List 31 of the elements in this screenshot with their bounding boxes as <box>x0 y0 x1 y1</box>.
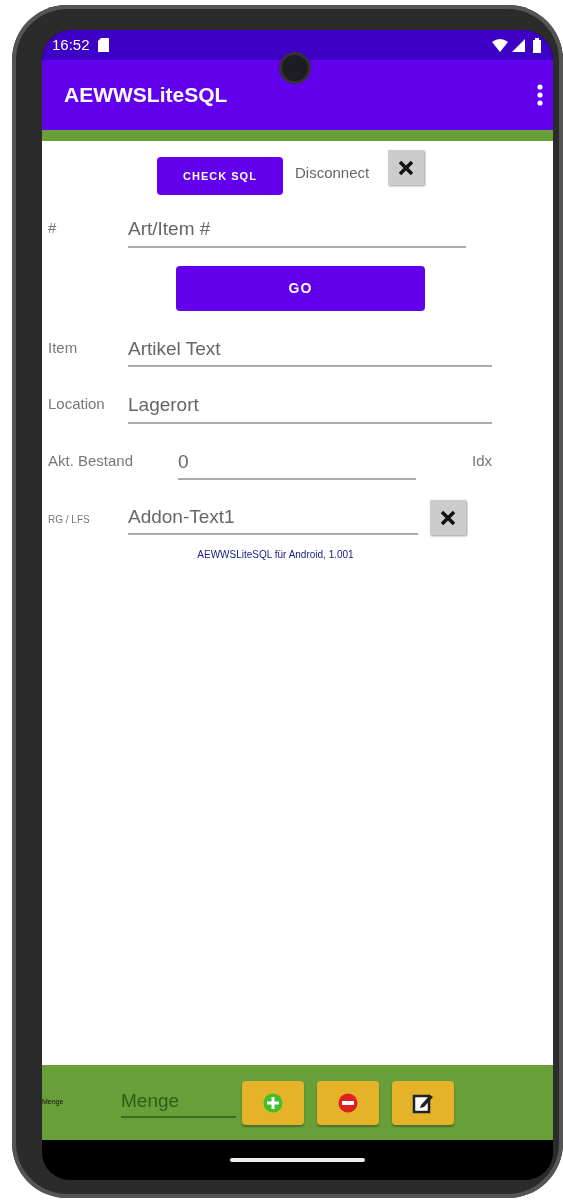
field-label: Item <box>48 337 79 358</box>
wifi-icon <box>492 38 508 52</box>
plus-icon <box>263 1092 283 1113</box>
input-field[interactable]: 0 <box>178 445 416 480</box>
clear-button[interactable] <box>430 500 466 535</box>
connection-status: Disconnect <box>295 163 370 183</box>
input-field[interactable]: Addon-Text1 <box>128 500 418 535</box>
version-note: AEWWSLiteSQL für Android, 1.001 <box>197 549 354 560</box>
go-button[interactable]: GO <box>176 265 425 311</box>
close-button[interactable] <box>388 150 425 185</box>
edit-button[interactable] <box>392 1080 454 1125</box>
check-sql-button[interactable]: CHECK SQL <box>157 157 283 195</box>
status-time: 16:52 <box>52 34 90 55</box>
close-icon <box>398 159 415 176</box>
signal-icon <box>512 38 525 52</box>
quantity-field[interactable]: Menge <box>121 1087 236 1118</box>
input-field[interactable]: Artikel Text <box>128 332 492 367</box>
field-label: Location <box>48 394 106 414</box>
close-icon <box>440 509 456 526</box>
field-label: RG / LFS <box>48 513 91 527</box>
minus-icon <box>338 1092 358 1113</box>
battery-icon <box>533 37 541 53</box>
unit-label: Idx <box>472 450 492 471</box>
field-label: Akt. Bestand <box>48 450 135 471</box>
app-title: AEWWSLiteSQL <box>64 82 228 109</box>
remove-button[interactable] <box>317 1080 379 1125</box>
more-menu-icon[interactable] <box>537 84 543 106</box>
input-field[interactable]: Art/Item # <box>128 213 466 248</box>
field-label: # <box>48 218 58 238</box>
sd-card-icon <box>97 38 109 52</box>
input-field[interactable]: Lagerort <box>128 389 492 424</box>
